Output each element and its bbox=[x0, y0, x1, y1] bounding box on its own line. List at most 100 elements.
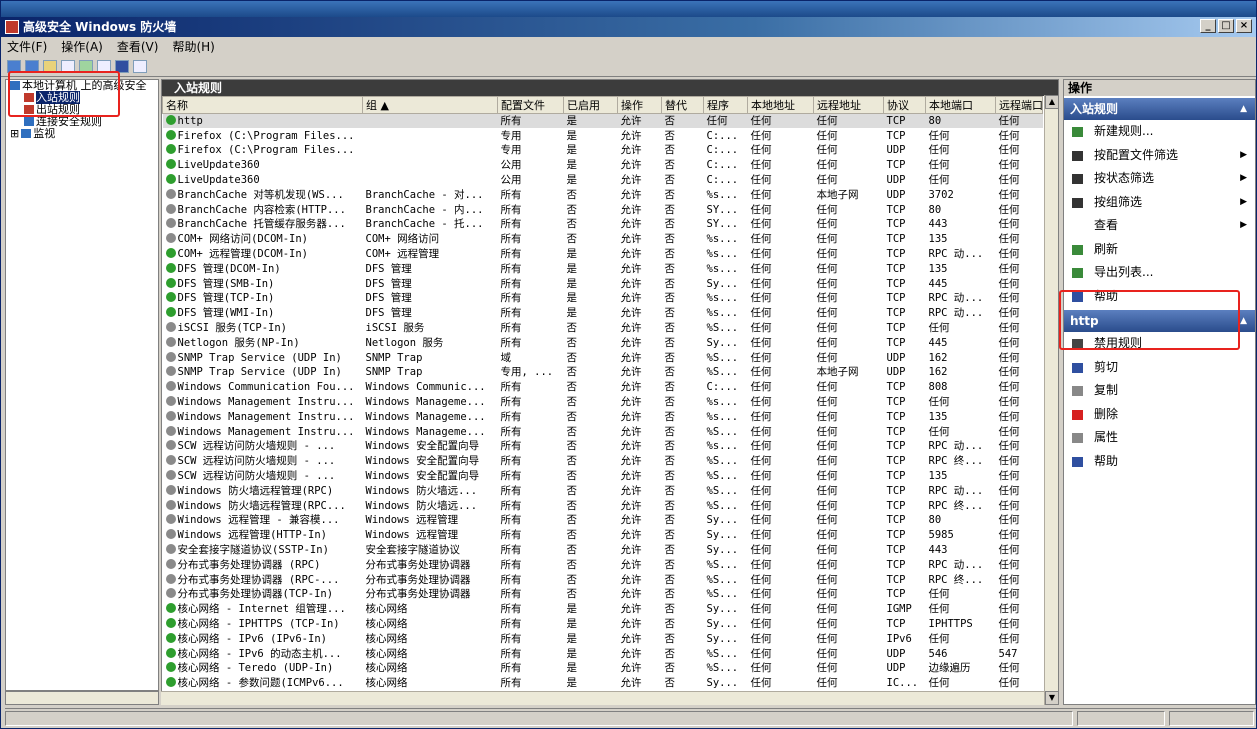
cell-text: 任何 bbox=[816, 203, 838, 216]
table-row[interactable]: LiveUpdate360 公用 是 允许 否 C:... 任何 任何 UDP 任何 任何 bbox=[163, 173, 1043, 188]
title-bar[interactable]: 高级安全 Windows 防火墙 _ □ × bbox=[1, 17, 1256, 37]
scroll-up-icon[interactable]: ▲ bbox=[1045, 95, 1059, 109]
table-row[interactable]: 安全套接字隧道协议(SSTP-In) 安全套接字隧道协议 所有 否 允许 否 Sy... 任何… bbox=[163, 543, 1043, 558]
table-row[interactable]: 核心网络 - IPHTTPS (TCP-In) 核心网络 所有 是 允许 否 Sy... 任何… bbox=[163, 617, 1043, 632]
cell-text: Windows Management Instru... bbox=[177, 396, 355, 409]
table-row[interactable]: SNMP Trap Service (UDP In) SNMP Trap 域 否 允许 否… bbox=[163, 350, 1043, 365]
table-row[interactable]: Windows Communication Fou... Windows Comm… bbox=[163, 380, 1043, 395]
column-header[interactable]: 远程地址 bbox=[813, 96, 884, 114]
table-row[interactable]: DFS 管理(DCOM-In) DFS 管理 所有 是 允许 否 %s... 任何 任何 TCP 1… bbox=[163, 261, 1043, 276]
tree-node[interactable]: 本地计算机 上的高级安全 bbox=[6, 80, 158, 92]
show-action-pane-icon[interactable] bbox=[133, 60, 147, 73]
action-item[interactable]: 属性 bbox=[1064, 426, 1255, 450]
table-row[interactable]: 核心网络 - Teredo (UDP-In) 核心网络 所有 是 允许 否 %S... 任何 任… bbox=[163, 661, 1043, 676]
menu-help[interactable]: 帮助(H) bbox=[172, 38, 214, 57]
action-item[interactable]: 刷新 bbox=[1064, 238, 1255, 262]
rules-horizontal-scrollbar[interactable] bbox=[161, 691, 1044, 705]
table-row[interactable]: Netlogon 服务(NP-In) Netlogon 服务 所有 否 允许 否 Sy...… bbox=[163, 335, 1043, 350]
column-header[interactable]: 本地地址 bbox=[747, 96, 814, 114]
column-header[interactable]: 操作 bbox=[617, 96, 662, 114]
table-row[interactable]: 核心网络 - IPv6 的动态主机... 核心网络 所有 是 允许 否 %S... 任何 任何 U… bbox=[163, 646, 1043, 661]
table-row[interactable]: 分布式事务处理协调器(TCP-In) 分布式事务处理协调器 所有 否 允许 否 %S... 任… bbox=[163, 587, 1043, 602]
table-row[interactable]: DFS 管理(TCP-In) DFS 管理 所有 是 允许 否 %s... 任何 任何 TCP RP… bbox=[163, 291, 1043, 306]
action-item[interactable]: 按组筛选 ▶ bbox=[1064, 191, 1255, 215]
table-row[interactable]: Windows 远程管理 - 兼容模... Windows 远程管理 所有 否 允许 否 S… bbox=[163, 513, 1043, 528]
action-item[interactable]: 复制 bbox=[1064, 379, 1255, 403]
up-icon[interactable] bbox=[43, 60, 57, 73]
menu-file[interactable]: 文件(F) bbox=[7, 38, 47, 57]
action-item[interactable]: 查看 ▶ bbox=[1064, 214, 1255, 238]
column-header[interactable]: 替代 bbox=[661, 96, 704, 114]
table-row[interactable]: BranchCache 对等机发现(WS... BranchCache - 对..… bbox=[163, 187, 1043, 202]
table-row[interactable]: SCW 远程访问防火墙规则 - ... Windows 安全配置向导 所有 否 允许 否%… bbox=[163, 454, 1043, 469]
table-row[interactable]: Windows Management Instru... Windows Mana… bbox=[163, 424, 1043, 439]
table-row[interactable]: Windows 防火墙远程管理(RPC... Windows 防火墙远... 所有 否… bbox=[163, 498, 1043, 513]
table-row[interactable]: BranchCache 托管缓存服务器... BranchCache - 托...… bbox=[163, 217, 1043, 232]
tree-node[interactable]: 连接安全规则 bbox=[6, 116, 158, 128]
action-item[interactable]: 按状态筛选 ▶ bbox=[1064, 167, 1255, 191]
column-header[interactable]: 已启用 bbox=[563, 96, 618, 114]
menu-view[interactable]: 查看(V) bbox=[117, 38, 159, 57]
back-icon[interactable] bbox=[7, 60, 21, 73]
table-row[interactable]: LiveUpdate360 公用 是 允许 否 C:... 任何 任何 TCP 任何 任何 bbox=[163, 158, 1043, 173]
column-header[interactable]: 配置文件 bbox=[497, 96, 564, 114]
table-row[interactable]: Windows Management Instru... Windows Mana… bbox=[163, 409, 1043, 424]
table-row[interactable]: Firefox (C:\Program Files... 专用 是 允许 否 C:... 任… bbox=[163, 128, 1043, 143]
action-item[interactable]: 新建规则... bbox=[1064, 120, 1255, 144]
column-header[interactable]: 名称 bbox=[162, 96, 363, 114]
table-row[interactable]: Windows 远程管理(HTTP-In) Windows 远程管理 所有 否 允许 否 S… bbox=[163, 528, 1043, 543]
action-item[interactable]: 帮助 bbox=[1064, 450, 1255, 474]
column-header[interactable]: 本地端口 bbox=[925, 96, 996, 114]
table-row[interactable]: 核心网络 - IPv6 (IPv6-In) 核心网络 所有 是 允许 否 Sy... 任何 任何… bbox=[163, 631, 1043, 646]
table-row[interactable]: SCW 远程访问防火墙规则 - ... Windows 安全配置向导 所有 否 允许 否%… bbox=[163, 469, 1043, 484]
column-header[interactable]: 协议 bbox=[883, 96, 926, 114]
table-row[interactable]: Windows Management Instru... Windows Mana… bbox=[163, 395, 1043, 410]
table-row[interactable]: COM+ 网络访问(DCOM-In) COM+ 网络访问 所有 否 允许 否 %s... 任何… bbox=[163, 232, 1043, 247]
table-row[interactable]: Windows 防火墙远程管理(RPC) Windows 防火墙远... 所有 否 允许… bbox=[163, 483, 1043, 498]
tree-node[interactable]: ⊞ 监视 bbox=[6, 128, 158, 140]
table-cell: Windows Manageme... bbox=[363, 424, 498, 439]
help-icon[interactable] bbox=[115, 60, 129, 73]
table-row[interactable]: 分布式事务处理协调器 (RPC) 分布式事务处理协调器 所有 否 允许 否 %S... 任何 任… bbox=[163, 557, 1043, 572]
rules-vertical-scrollbar[interactable]: ▲ ▼ bbox=[1044, 95, 1059, 705]
table-row[interactable]: BranchCache 内容检索(HTTP... BranchCache - 内.… bbox=[163, 202, 1043, 217]
actions-section-inbound[interactable]: 入站规则 ▲ bbox=[1064, 98, 1255, 120]
collapse-icon[interactable]: ▲ bbox=[1240, 98, 1247, 120]
action-item[interactable]: 删除 bbox=[1064, 403, 1255, 427]
show-tree-icon[interactable] bbox=[61, 60, 75, 73]
table-row[interactable]: DFS 管理(WMI-In) DFS 管理 所有 是 允许 否 %s... 任何 任何 TCP RP… bbox=[163, 306, 1043, 321]
expand-icon[interactable]: ⊞ bbox=[10, 127, 19, 140]
action-item[interactable]: 导出列表... bbox=[1064, 261, 1255, 285]
table-row[interactable]: Firefox (C:\Program Files... 专用 是 允许 否 C:... 任… bbox=[163, 143, 1043, 158]
table-row[interactable]: 核心网络 - Internet 组管理... 核心网络 所有 是 允许 否 Sy... 任何 任… bbox=[163, 602, 1043, 617]
table-row[interactable]: SNMP Trap Service (UDP In) SNMP Trap 专用, .… bbox=[163, 365, 1043, 380]
actions-section-http[interactable]: http ▲ bbox=[1064, 310, 1255, 332]
forward-icon[interactable] bbox=[25, 60, 39, 73]
table-row[interactable]: COM+ 远程管理(DCOM-In) COM+ 远程管理 所有 是 允许 否 %s... 任何… bbox=[163, 247, 1043, 262]
export-icon[interactable] bbox=[97, 60, 111, 73]
action-item[interactable]: 禁用规则 bbox=[1064, 332, 1255, 356]
tree-node[interactable]: 入站规则 bbox=[6, 91, 158, 104]
refresh-icon[interactable] bbox=[79, 60, 93, 73]
action-item[interactable]: 帮助 bbox=[1064, 285, 1255, 309]
table-row[interactable]: SCW 远程访问防火墙规则 - ... Windows 安全配置向导 所有 否 允许 否%… bbox=[163, 439, 1043, 454]
minimize-button[interactable]: _ bbox=[1200, 19, 1216, 33]
column-header[interactable]: 程序 bbox=[703, 96, 748, 114]
tree-horizontal-scrollbar[interactable] bbox=[5, 691, 159, 705]
table-row[interactable]: http 所有 是 允许 否 任何 任何 任何 TCP 80 任何 bbox=[162, 113, 1043, 129]
close-button[interactable]: × bbox=[1236, 19, 1252, 33]
table-cell: Sy... bbox=[704, 513, 748, 528]
table-cell: 所有 bbox=[498, 380, 564, 395]
table-row[interactable]: DFS 管理(SMB-In) DFS 管理 所有 是 允许 否 Sy... 任何 任何 TCP 44… bbox=[163, 276, 1043, 291]
table-row[interactable]: 核心网络 - 参数问题(ICMPv6... 核心网络 所有 是 允许 否 Sy... 任何 任何… bbox=[163, 676, 1043, 691]
action-item[interactable]: 剪切 bbox=[1064, 356, 1255, 380]
column-header[interactable]: 远程端口 bbox=[995, 96, 1043, 114]
scroll-down-icon[interactable]: ▼ bbox=[1045, 691, 1059, 705]
table-row[interactable]: iSCSI 服务(TCP-In) iSCSI 服务 所有 否 允许 否 %S... 任何 任何 T… bbox=[163, 321, 1043, 336]
table-row[interactable]: 分布式事务处理协调器 (RPC-... 分布式事务处理协调器 所有 否 允许 否 %S...… bbox=[163, 572, 1043, 587]
column-header[interactable]: 组 ▲ bbox=[362, 96, 498, 114]
collapse-icon[interactable]: ▲ bbox=[1240, 310, 1247, 332]
menu-action[interactable]: 操作(A) bbox=[61, 38, 103, 57]
maximize-button[interactable]: □ bbox=[1218, 19, 1234, 33]
action-item[interactable]: 按配置文件筛选 ▶ bbox=[1064, 144, 1255, 168]
